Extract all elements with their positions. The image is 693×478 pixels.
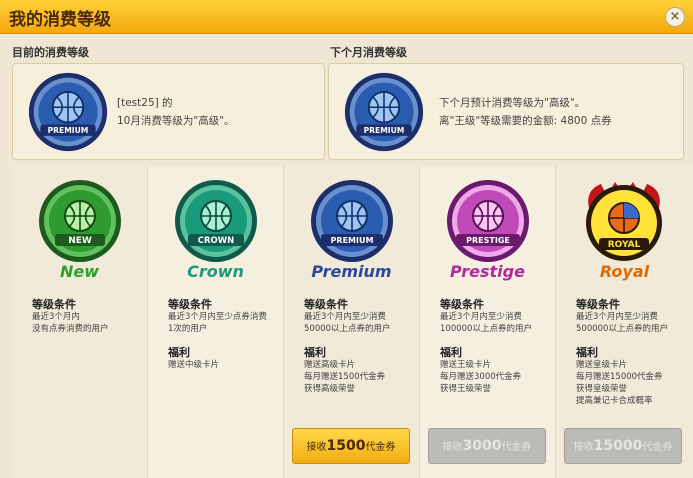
claim-3000-button[interactable]: 接收3000代金券 <box>428 428 546 464</box>
next-level-line1: 下个月预计消费等级为"高级"。 <box>439 97 586 109</box>
tier-name: Prestige <box>450 262 525 281</box>
benefit-text: 赠送高级卡片 每月赠送1500代金券 获得高级荣誉 <box>304 360 386 394</box>
current-level-panel: PREMIUM [test25] 的 10月消费等级为"高级"。 <box>12 63 325 160</box>
benefit-text: 赠送中级卡片 <box>168 360 220 370</box>
premium-badge-icon: PREMIUM <box>27 71 109 153</box>
tier-name: Royal <box>599 262 650 281</box>
tier-premium: PREMIUM Premium 等级条件 最近3个月内至少消费 50000以上点… <box>284 166 420 478</box>
window-title: 我的消费等级 <box>9 10 111 30</box>
tier-new: NEW New 等级条件 最近3个月内 没有点券消费的用户 <box>12 166 148 478</box>
benefit-heading: 福利 <box>304 346 326 359</box>
svg-text:PREMIUM: PREMIUM <box>48 126 89 135</box>
current-level-label: 目前的消费等级 <box>12 46 89 59</box>
svg-text:NEW: NEW <box>68 236 92 246</box>
premium-badge-icon: PREMIUM <box>343 71 425 153</box>
condition-text: 最近3个月内至少消费 100000以上点券的用户 <box>440 312 532 334</box>
next-level-line2: 离"王级"等级需要的金额: 4800 点券 <box>439 115 612 127</box>
svg-text:PREMIUM: PREMIUM <box>331 236 374 245</box>
condition-text: 最近3个月内至少点券消费 1次的用户 <box>168 312 267 334</box>
condition-heading: 等级条件 <box>304 298 348 311</box>
current-level-line2: 10月消费等级为"高级"。 <box>117 115 235 127</box>
svg-text:ROYAL: ROYAL <box>608 240 641 250</box>
tier-name: New <box>59 262 100 281</box>
tier-royal: ROYAL Royal 等级条件 最近3个月内至少消费 500000以上点券的用… <box>556 166 693 478</box>
prestige-badge-icon: PRESTIGE <box>445 178 531 264</box>
crown-badge-icon: CROWN <box>173 178 259 264</box>
condition-heading: 等级条件 <box>32 298 76 311</box>
tier-list: NEW New 等级条件 最近3个月内 没有点券消费的用户 CROWN Crow… <box>0 166 693 478</box>
claim-15000-button[interactable]: 接收15000代金券 <box>564 428 682 464</box>
benefit-heading: 福利 <box>440 346 462 359</box>
tier-crown: CROWN Crown 等级条件 最近3个月内至少点券消费 1次的用户 福利 赠… <box>148 166 284 478</box>
benefit-text: 赠送王级卡片 每月赠送3000代金券 获得王级荣誉 <box>440 360 522 394</box>
benefit-text: 赠送皇级卡片 每月赠送15000代金券 获得皇级荣誉 提高兼记卡合成概率 <box>576 360 663 406</box>
benefit-heading: 福利 <box>576 346 598 359</box>
new-badge-icon: NEW <box>37 178 123 264</box>
benefit-heading: 福利 <box>168 346 190 359</box>
royal-badge-icon: ROYAL <box>581 178 667 264</box>
condition-text: 最近3个月内至少消费 50000以上点券的用户 <box>304 312 391 334</box>
svg-text:CROWN: CROWN <box>198 236 235 246</box>
next-level-label: 下个月消费等级 <box>330 46 407 59</box>
claim-1500-button[interactable]: 接收1500代金券 <box>292 428 410 464</box>
current-level-line1: [test25] 的 <box>117 97 173 109</box>
condition-heading: 等级条件 <box>440 298 484 311</box>
tier-name: Premium <box>311 262 392 281</box>
condition-heading: 等级条件 <box>168 298 212 311</box>
condition-text: 最近3个月内 没有点券消费的用户 <box>32 312 109 334</box>
close-icon[interactable]: × <box>665 7 685 27</box>
next-level-panel: PREMIUM 下个月预计消费等级为"高级"。 离"王级"等级需要的金额: 48… <box>328 63 684 160</box>
condition-text: 最近3个月内至少消费 500000以上点券的用户 <box>576 312 668 334</box>
premium-badge-icon: PREMIUM <box>309 178 395 264</box>
condition-heading: 等级条件 <box>576 298 620 311</box>
svg-text:PREMIUM: PREMIUM <box>364 126 405 135</box>
tier-prestige: PRESTIGE Prestige 等级条件 最近3个月内至少消费 100000… <box>420 166 556 478</box>
title-bar: 我的消费等级 × <box>0 0 693 34</box>
tier-name: Crown <box>187 262 244 281</box>
svg-text:PRESTIGE: PRESTIGE <box>466 236 510 245</box>
